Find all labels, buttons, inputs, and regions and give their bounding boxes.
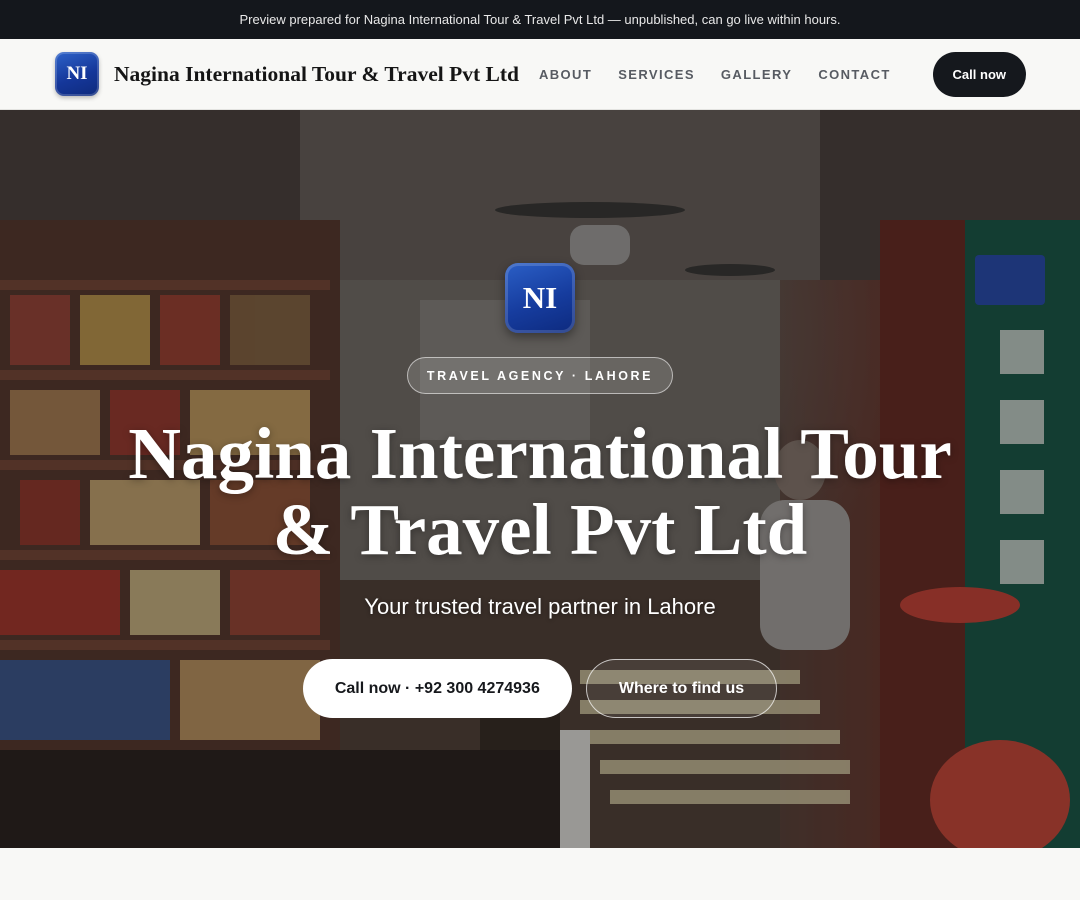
brand-logo-initials: NI	[66, 63, 88, 84]
preview-banner-text: Preview prepared for Nagina Internationa…	[239, 12, 841, 27]
brand-logo[interactable]: NI	[55, 52, 99, 96]
find-us-button[interactable]: Where to find us	[585, 659, 778, 718]
nav-link-services[interactable]: SERVICES	[618, 67, 695, 82]
hero-subtitle: Your trusted travel partner in Lahore	[364, 594, 716, 619]
hero-logo: NI	[505, 263, 575, 333]
preview-banner: Preview prepared for Nagina Internationa…	[0, 0, 1080, 39]
nav-link-contact[interactable]: CONTACT	[818, 67, 890, 82]
nav-link-about[interactable]: ABOUT	[539, 67, 592, 82]
hero-title: Nagina International Tour & Travel Pvt L…	[128, 413, 952, 570]
main-nav: ABOUT SERVICES GALLERY CONTACT	[539, 67, 891, 82]
hero-actions: Call now · +92 300 4274936 Where to find…	[302, 659, 778, 718]
call-now-button[interactable]: Call now	[932, 51, 1026, 97]
hero-logo-initials: NI	[522, 280, 558, 315]
hero-eyebrow: TRAVEL AGENCY · LAHORE	[406, 357, 674, 394]
brand-name[interactable]: Nagina International Tour & Travel Pvt L…	[114, 62, 519, 87]
site-header: NI Nagina International Tour & Travel Pv…	[0, 39, 1080, 110]
hero-content: NI TRAVEL AGENCY · LAHORE Nagina Interna…	[0, 110, 1080, 848]
call-phone-button[interactable]: Call now · +92 300 4274936	[302, 659, 572, 718]
nav-link-gallery[interactable]: GALLERY	[721, 67, 792, 82]
hero-section: NI TRAVEL AGENCY · LAHORE Nagina Interna…	[0, 110, 1080, 848]
